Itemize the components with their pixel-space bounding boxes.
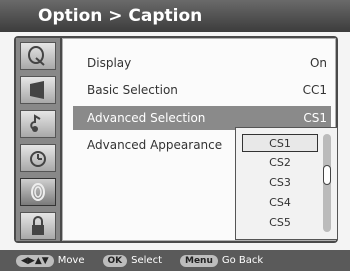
row-label: Display bbox=[87, 56, 132, 70]
row-label: Advanced Appearance bbox=[87, 138, 223, 152]
hint-label: Move bbox=[57, 255, 85, 266]
menu-key-icon: Menu bbox=[180, 254, 218, 267]
hint-label: Go Back bbox=[221, 255, 264, 266]
row-label: Basic Selection bbox=[87, 83, 178, 97]
hint-go-back: Menu Go Back bbox=[180, 254, 264, 267]
clock-icon bbox=[30, 151, 46, 167]
hint-select: OK Select bbox=[102, 254, 162, 267]
menu-row-display[interactable]: Display On bbox=[73, 51, 331, 75]
menu-row-basic-selection[interactable]: Basic Selection CC1 bbox=[73, 78, 331, 102]
row-value: CC1 bbox=[302, 83, 327, 97]
arrow-keys-icon: ◀▶▲▼ bbox=[16, 254, 54, 267]
sidebar-item-option[interactable] bbox=[20, 178, 56, 206]
dropdown-option-cs4[interactable]: CS4 bbox=[242, 194, 318, 212]
display-panel-icon bbox=[30, 81, 44, 99]
caption-service-dropdown[interactable]: CS1 CS2 CS3 CS4 CS5 bbox=[235, 127, 338, 240]
row-value: On bbox=[309, 56, 327, 70]
sidebar-item-lock[interactable] bbox=[20, 212, 56, 240]
sidebar-item-picture[interactable] bbox=[20, 76, 56, 104]
footer-hints: ◀▶▲▼ Move OK Select Menu Go Back bbox=[0, 250, 350, 271]
sidebar-item-timer[interactable] bbox=[20, 144, 56, 172]
audio-icon bbox=[30, 114, 41, 132]
dropdown-scroll-thumb[interactable] bbox=[323, 165, 331, 185]
dropdown-option-cs3[interactable]: CS3 bbox=[242, 174, 318, 192]
page-title: Option > Caption bbox=[0, 0, 350, 32]
sidebar-item-channel[interactable] bbox=[20, 42, 56, 70]
dropdown-option-cs5[interactable]: CS5 bbox=[242, 214, 318, 232]
hint-move: ◀▶▲▼ Move bbox=[16, 254, 85, 267]
row-value: CS1 bbox=[303, 111, 327, 125]
sidebar-item-audio[interactable] bbox=[20, 110, 56, 138]
row-label: Advanced Selection bbox=[87, 111, 206, 125]
hint-label: Select bbox=[131, 255, 162, 266]
caption-option-icon bbox=[31, 183, 45, 201]
sidebar bbox=[16, 38, 60, 241]
dropdown-option-cs2[interactable]: CS2 bbox=[242, 154, 318, 172]
dropdown-option-cs1[interactable]: CS1 bbox=[242, 134, 318, 152]
lock-icon bbox=[32, 216, 44, 235]
ok-key-icon: OK bbox=[102, 254, 128, 267]
satellite-dish-icon bbox=[28, 46, 45, 66]
